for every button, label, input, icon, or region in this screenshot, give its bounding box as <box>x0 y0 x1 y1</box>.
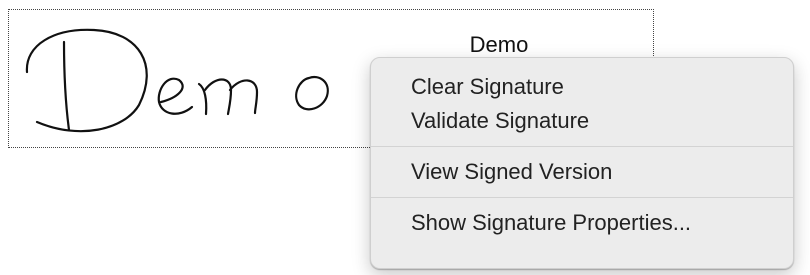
signer-name: Demo <box>469 32 529 57</box>
menu-separator <box>371 197 793 198</box>
menu-item-clear-signature[interactable]: Clear Signature <box>371 70 793 104</box>
document-canvas: Demo Clear Signature Validate Signature … <box>0 0 810 275</box>
menu-separator <box>371 146 793 147</box>
signature-context-menu: Clear Signature Validate Signature View … <box>370 57 794 269</box>
menu-item-validate-signature[interactable]: Validate Signature <box>371 104 793 138</box>
menu-item-show-signature-properties[interactable]: Show Signature Properties... <box>371 206 793 240</box>
menu-item-view-signed-version[interactable]: View Signed Version <box>371 155 793 189</box>
